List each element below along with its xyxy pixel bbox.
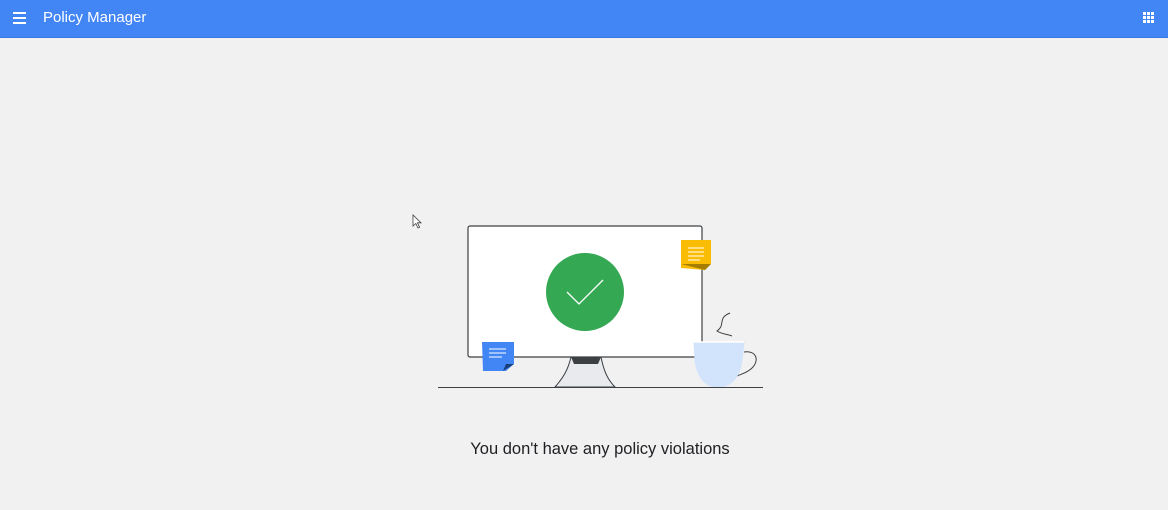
hamburger-menu-icon[interactable] [9,7,31,29]
coffee-mug-icon [693,312,757,388]
app-title: Policy Manager [43,9,147,26]
blue-sticky-note-icon [482,342,514,371]
apps-grid-icon[interactable] [1139,8,1157,26]
yellow-sticky-note-icon [681,240,711,270]
top-app-bar: Policy Manager [0,0,1168,38]
monitor-stand [553,356,617,388]
checkmark-icon [546,253,624,331]
mouse-cursor-icon [412,214,422,229]
empty-state-message: You don't have any policy violations [470,440,730,458]
no-violations-illustration [438,225,763,388]
